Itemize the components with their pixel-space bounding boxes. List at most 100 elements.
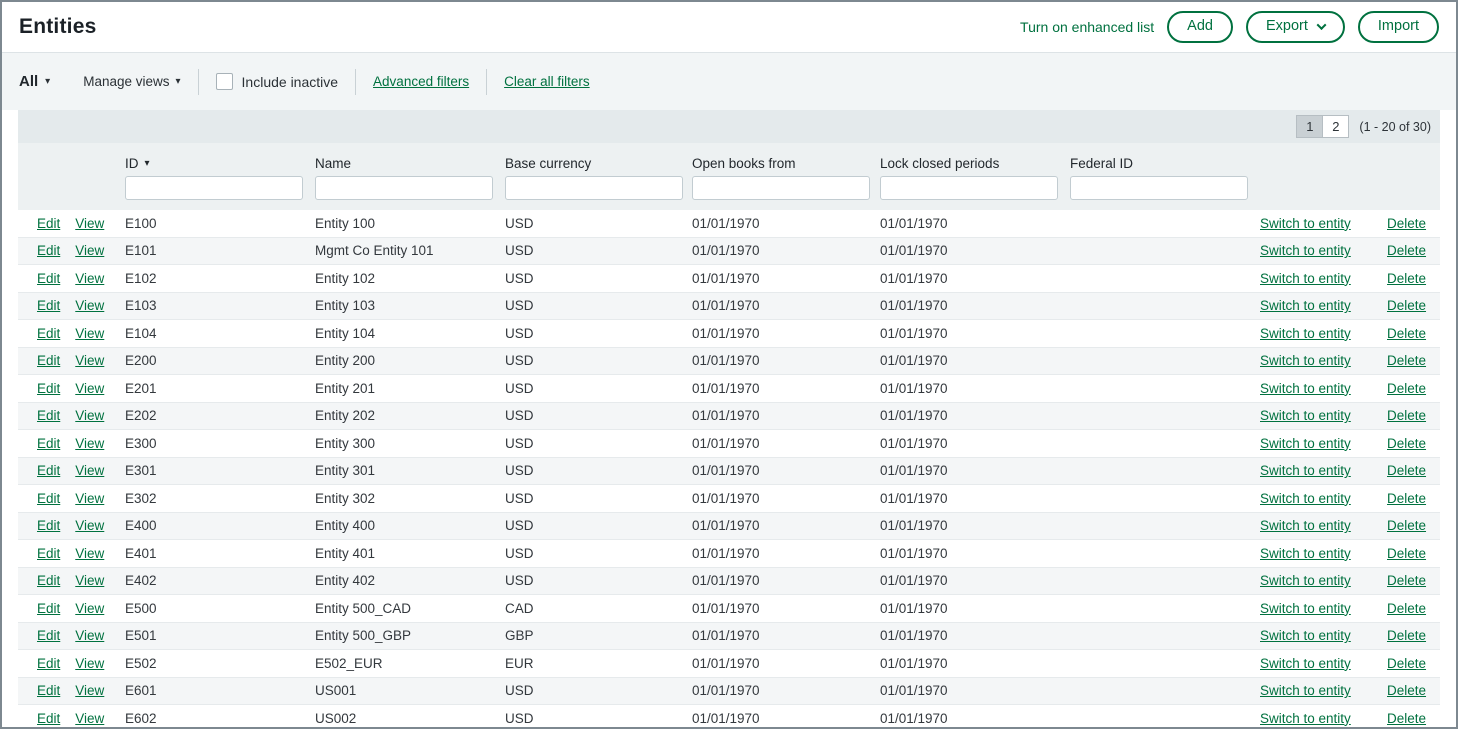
delete-link[interactable]: Delete <box>1387 326 1426 341</box>
column-header-lock-closed-periods[interactable]: Lock closed periods <box>880 156 1070 171</box>
switch-to-entity-link[interactable]: Switch to entity <box>1260 408 1351 423</box>
row-edit-link[interactable]: Edit <box>37 573 60 588</box>
switch-to-entity-link[interactable]: Switch to entity <box>1260 518 1351 533</box>
row-edit-link[interactable]: Edit <box>37 711 60 726</box>
filter-input-name[interactable] <box>315 176 493 200</box>
row-view-link[interactable]: View <box>75 573 104 588</box>
row-edit-link[interactable]: Edit <box>37 381 60 396</box>
switch-to-entity-link[interactable]: Switch to entity <box>1260 326 1351 341</box>
column-header-name[interactable]: Name <box>315 156 505 171</box>
row-view-link[interactable]: View <box>75 381 104 396</box>
row-view-link[interactable]: View <box>75 656 104 671</box>
row-edit-link[interactable]: Edit <box>37 628 60 643</box>
switch-to-entity-link[interactable]: Switch to entity <box>1260 381 1351 396</box>
row-view-link[interactable]: View <box>75 683 104 698</box>
row-edit-link[interactable]: Edit <box>37 683 60 698</box>
delete-link[interactable]: Delete <box>1387 573 1426 588</box>
delete-link[interactable]: Delete <box>1387 298 1426 313</box>
row-view-link[interactable]: View <box>75 353 104 368</box>
delete-link[interactable]: Delete <box>1387 491 1426 506</box>
column-header-open-books-from[interactable]: Open books from <box>692 156 880 171</box>
include-inactive-checkbox[interactable] <box>216 73 233 90</box>
switch-to-entity-link[interactable]: Switch to entity <box>1260 271 1351 286</box>
row-view-link[interactable]: View <box>75 243 104 258</box>
switch-to-entity-link[interactable]: Switch to entity <box>1260 353 1351 368</box>
row-edit-link[interactable]: Edit <box>37 546 60 561</box>
column-header-federal-id[interactable]: Federal ID <box>1070 156 1260 171</box>
switch-to-entity-link[interactable]: Switch to entity <box>1260 601 1351 616</box>
row-edit-link[interactable]: Edit <box>37 243 60 258</box>
row-edit-link[interactable]: Edit <box>37 216 60 231</box>
filter-input-federal-id[interactable] <box>1070 176 1248 200</box>
row-view-link[interactable]: View <box>75 491 104 506</box>
row-view-link[interactable]: View <box>75 408 104 423</box>
export-button[interactable]: Export <box>1246 11 1345 42</box>
add-button[interactable]: Add <box>1167 11 1233 42</box>
manage-views-dropdown[interactable]: Manage views ▾ <box>83 74 180 89</box>
turn-on-enhanced-list-link[interactable]: Turn on enhanced list <box>1020 19 1154 35</box>
row-edit-link[interactable]: Edit <box>37 436 60 451</box>
delete-link[interactable]: Delete <box>1387 463 1426 478</box>
row-view-link[interactable]: View <box>75 546 104 561</box>
row-view-link[interactable]: View <box>75 463 104 478</box>
delete-link[interactable]: Delete <box>1387 436 1426 451</box>
row-edit-link[interactable]: Edit <box>37 298 60 313</box>
delete-link[interactable]: Delete <box>1387 381 1426 396</box>
column-header-id[interactable]: ID ▾ <box>125 156 315 171</box>
row-view-link[interactable]: View <box>75 436 104 451</box>
filter-input-lock-closed-periods[interactable] <box>880 176 1058 200</box>
delete-link[interactable]: Delete <box>1387 628 1426 643</box>
delete-link[interactable]: Delete <box>1387 656 1426 671</box>
switch-to-entity-link[interactable]: Switch to entity <box>1260 298 1351 313</box>
import-button[interactable]: Import <box>1358 11 1439 42</box>
switch-to-entity-link[interactable]: Switch to entity <box>1260 216 1351 231</box>
row-view-link[interactable]: View <box>75 601 104 616</box>
delete-link[interactable]: Delete <box>1387 353 1426 368</box>
row-edit-link[interactable]: Edit <box>37 463 60 478</box>
switch-to-entity-link[interactable]: Switch to entity <box>1260 463 1351 478</box>
row-edit-link[interactable]: Edit <box>37 656 60 671</box>
switch-to-entity-link[interactable]: Switch to entity <box>1260 711 1351 726</box>
delete-link[interactable]: Delete <box>1387 271 1426 286</box>
delete-link[interactable]: Delete <box>1387 216 1426 231</box>
filter-input-open-books-from[interactable] <box>692 176 870 200</box>
cell-lock-closed-periods: 01/01/1970 <box>880 601 1070 616</box>
row-edit-link[interactable]: Edit <box>37 601 60 616</box>
switch-to-entity-link[interactable]: Switch to entity <box>1260 656 1351 671</box>
delete-link[interactable]: Delete <box>1387 518 1426 533</box>
row-edit-link[interactable]: Edit <box>37 491 60 506</box>
advanced-filters-link[interactable]: Advanced filters <box>373 74 469 89</box>
switch-to-entity-link[interactable]: Switch to entity <box>1260 573 1351 588</box>
delete-link[interactable]: Delete <box>1387 711 1426 726</box>
clear-all-filters-link[interactable]: Clear all filters <box>504 74 590 89</box>
row-edit-link[interactable]: Edit <box>37 408 60 423</box>
switch-to-entity-link[interactable]: Switch to entity <box>1260 436 1351 451</box>
delete-link[interactable]: Delete <box>1387 243 1426 258</box>
page-2-button[interactable]: 2 <box>1322 115 1349 138</box>
switch-to-entity-link[interactable]: Switch to entity <box>1260 683 1351 698</box>
row-view-link[interactable]: View <box>75 271 104 286</box>
delete-link[interactable]: Delete <box>1387 546 1426 561</box>
row-edit-link[interactable]: Edit <box>37 271 60 286</box>
row-view-link[interactable]: View <box>75 326 104 341</box>
delete-link[interactable]: Delete <box>1387 683 1426 698</box>
row-edit-link[interactable]: Edit <box>37 326 60 341</box>
switch-to-entity-link[interactable]: Switch to entity <box>1260 628 1351 643</box>
row-view-link[interactable]: View <box>75 628 104 643</box>
switch-to-entity-link[interactable]: Switch to entity <box>1260 243 1351 258</box>
filter-input-base-currency[interactable] <box>505 176 683 200</box>
row-view-link[interactable]: View <box>75 216 104 231</box>
switch-to-entity-link[interactable]: Switch to entity <box>1260 491 1351 506</box>
row-edit-link[interactable]: Edit <box>37 353 60 368</box>
row-edit-link[interactable]: Edit <box>37 518 60 533</box>
switch-to-entity-link[interactable]: Switch to entity <box>1260 546 1351 561</box>
row-view-link[interactable]: View <box>75 518 104 533</box>
view-selector-dropdown[interactable]: All ▾ <box>19 73 50 90</box>
page-1-button[interactable]: 1 <box>1296 115 1323 138</box>
row-view-link[interactable]: View <box>75 298 104 313</box>
row-view-link[interactable]: View <box>75 711 104 726</box>
column-header-base-currency[interactable]: Base currency <box>505 156 692 171</box>
filter-input-id[interactable] <box>125 176 303 200</box>
delete-link[interactable]: Delete <box>1387 601 1426 616</box>
delete-link[interactable]: Delete <box>1387 408 1426 423</box>
